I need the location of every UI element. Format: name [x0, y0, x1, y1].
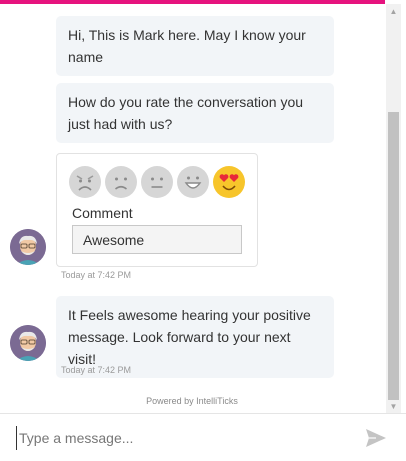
message-composer: [0, 413, 406, 461]
bot-message-rating-request: How do you rate the conversation you jus…: [56, 83, 334, 143]
scroll-down-arrow-icon[interactable]: ▼: [386, 399, 401, 413]
sad-face-icon[interactable]: [105, 166, 137, 198]
powered-by-label: Powered by IntelliTicks: [146, 396, 238, 406]
send-icon[interactable]: [364, 427, 388, 449]
neutral-face-icon[interactable]: [141, 166, 173, 198]
bot-message-greeting: Hi, This is Mark here. May I know your n…: [56, 16, 334, 76]
chat-transcript[interactable]: Hi, This is Mark here. May I know your n…: [0, 4, 384, 413]
scroll-up-arrow-icon[interactable]: ▲: [386, 4, 401, 18]
chat-scrollbar[interactable]: ▲ ▼: [386, 4, 401, 413]
rating-options: [69, 166, 245, 198]
comment-input[interactable]: [72, 225, 242, 254]
message-input[interactable]: [16, 426, 346, 450]
message-timestamp: Today at 7:42 PM: [61, 365, 132, 375]
avatar: [10, 229, 46, 265]
angry-face-icon[interactable]: [69, 166, 101, 198]
happy-face-icon[interactable]: [177, 166, 209, 198]
rating-card: Comment: [56, 153, 258, 267]
comment-label: Comment: [72, 205, 133, 221]
message-text: How do you rate the conversation you jus…: [68, 94, 304, 132]
message-timestamp: Today at 7:42 PM: [61, 270, 132, 280]
message-text: Hi, This is Mark here. May I know your n…: [68, 27, 306, 65]
message-text: It Feels awesome hearing your positive m…: [68, 307, 311, 367]
heart-eyes-face-icon[interactable]: [213, 166, 245, 198]
avatar: [10, 325, 46, 361]
scrollbar-thumb[interactable]: [388, 112, 399, 400]
